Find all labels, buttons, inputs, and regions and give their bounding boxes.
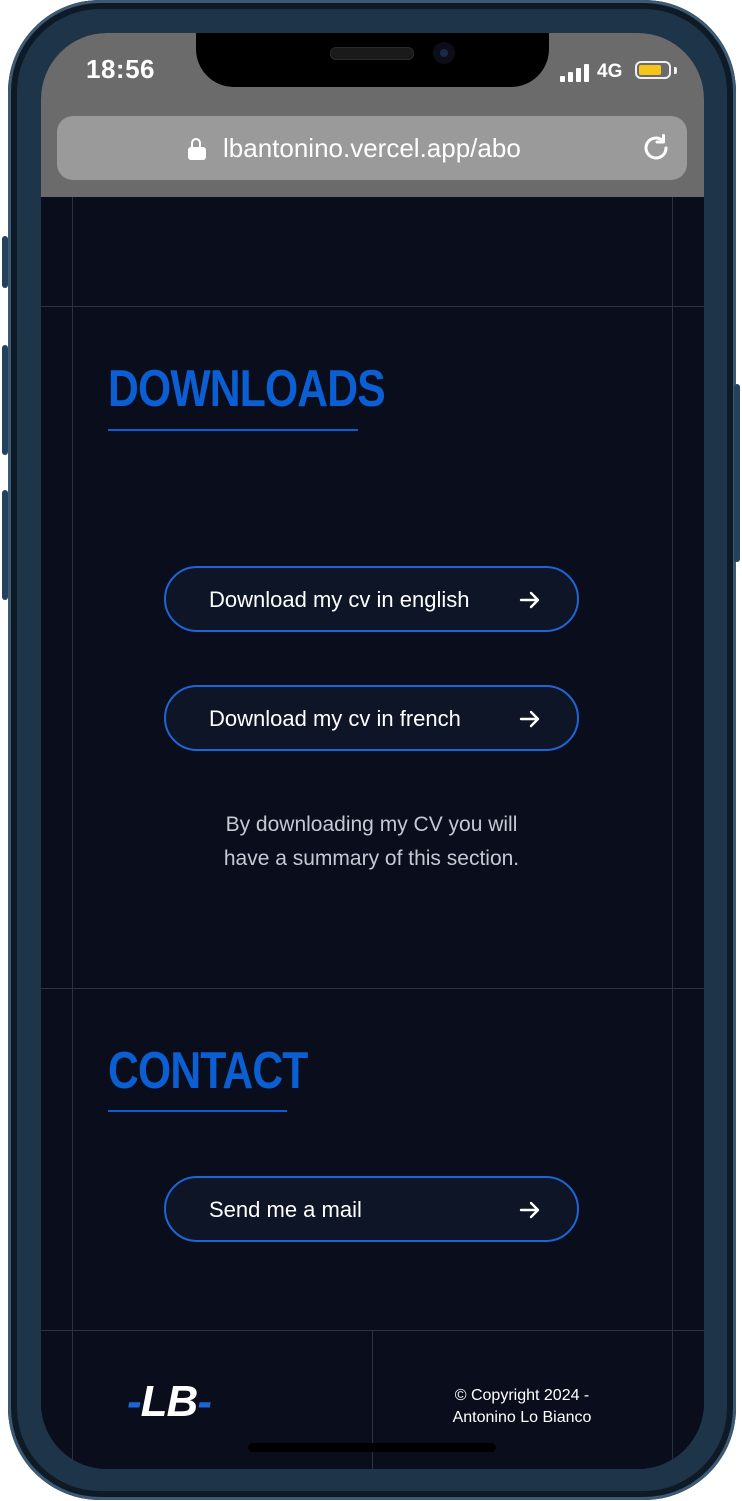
- phone-side-button: [2, 236, 8, 288]
- url-text: lbantonino.vercel.app/abo: [223, 133, 521, 163]
- copyright-text: © Copyright 2024 - Antonino Lo Bianco: [427, 1385, 617, 1429]
- battery-tip: [674, 67, 677, 74]
- page-content: DOWNLOADS Download my cv in english Down…: [41, 197, 704, 1469]
- phone-volume-down-button: [2, 490, 8, 600]
- phone-screen: 18:56 4G lbantonino.vercel.app/abo DOWNL…: [41, 33, 704, 1469]
- reload-icon[interactable]: [640, 132, 672, 164]
- download-cv-english-button[interactable]: Download my cv in english: [164, 566, 579, 632]
- send-mail-button[interactable]: Send me a mail: [164, 1176, 579, 1242]
- signal-bars-icon: [560, 64, 590, 82]
- button-label: Download my cv in french: [209, 706, 461, 731]
- contact-heading: CONTACT: [108, 1042, 308, 1100]
- lock-icon: [188, 138, 206, 160]
- network-type: 4G: [597, 61, 623, 82]
- section-divider: [41, 306, 704, 307]
- phone-power-button: [734, 384, 740, 562]
- speaker-grille: [330, 47, 414, 60]
- arrow-right-icon: [519, 591, 540, 609]
- grid-line: [72, 197, 73, 1469]
- status-time: 18:56: [86, 54, 155, 84]
- section-divider: [41, 1330, 704, 1331]
- download-note: By downloading my CV you will have a sum…: [164, 808, 579, 876]
- downloads-heading: DOWNLOADS: [108, 360, 386, 418]
- phone-volume-up-button: [2, 345, 8, 455]
- home-indicator[interactable]: [248, 1443, 496, 1452]
- button-label: Download my cv in english: [209, 587, 470, 612]
- site-logo[interactable]: -LB-: [127, 1377, 212, 1427]
- downloads-heading-underline: [108, 429, 358, 431]
- download-cv-french-button[interactable]: Download my cv in french: [164, 685, 579, 751]
- contact-heading-underline: [108, 1110, 287, 1112]
- logo-dash: -: [127, 1377, 142, 1426]
- front-camera: [433, 42, 455, 64]
- arrow-right-icon: [519, 710, 540, 728]
- battery-level: [639, 65, 661, 75]
- browser-chrome: 18:56 4G lbantonino.vercel.app/abo: [41, 33, 704, 197]
- download-note-line: have a summary of this section.: [223, 847, 520, 870]
- notch: [196, 33, 549, 87]
- address-bar[interactable]: lbantonino.vercel.app/abo: [57, 116, 687, 180]
- grid-line: [672, 197, 673, 1469]
- arrow-right-icon: [519, 1201, 540, 1219]
- copyright-line: © Copyright 2024 -: [454, 1387, 590, 1404]
- battery-icon: [635, 61, 671, 79]
- logo-dash: -: [197, 1377, 212, 1426]
- copyright-line: Antonino Lo Bianco: [452, 1409, 592, 1426]
- logo-text: LB: [140, 1377, 199, 1426]
- button-label: Send me a mail: [209, 1197, 362, 1222]
- section-divider: [41, 988, 704, 989]
- download-note-line: By downloading my CV you will: [225, 813, 518, 836]
